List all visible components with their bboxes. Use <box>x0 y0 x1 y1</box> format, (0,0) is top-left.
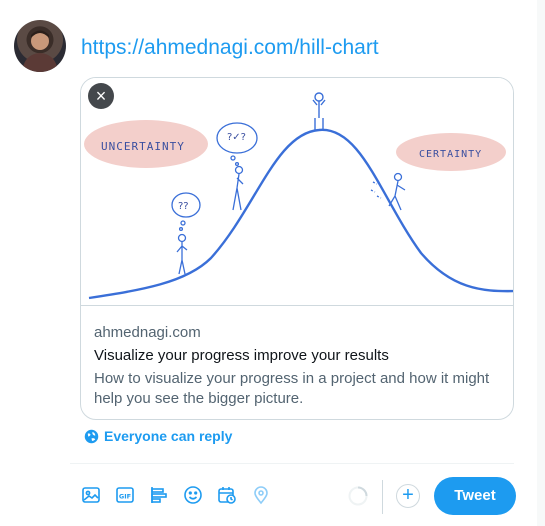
close-card-button[interactable]: × <box>88 83 114 109</box>
svg-text:GIF: GIF <box>119 493 131 501</box>
uncertainty-label: UNCERTAINTY <box>101 140 185 153</box>
card-domain: ahmednagi.com <box>94 324 201 341</box>
globe-icon <box>84 429 99 443</box>
location-icon[interactable] <box>250 484 272 506</box>
schedule-icon[interactable] <box>216 484 238 506</box>
tweet-button[interactable]: Tweet <box>434 477 516 515</box>
compose-toolbar: GIF <box>80 484 272 506</box>
certainty-label: CERTAINTY <box>419 149 482 160</box>
card-body: ahmednagi.com Visualize your progress im… <box>94 323 504 409</box>
image-icon[interactable] <box>80 484 102 506</box>
avatar[interactable] <box>14 20 66 72</box>
thought-bubble-mid: ?✓? <box>227 132 246 143</box>
card-description: How to visualize your progress in a proj… <box>94 370 490 407</box>
gif-icon[interactable]: GIF <box>114 484 136 506</box>
toolbar-separator <box>382 480 383 514</box>
emoji-icon[interactable] <box>182 484 204 506</box>
divider <box>70 463 514 464</box>
link-preview-card[interactable]: UNCERTAINTY CERTAINTY ?✓? ?? × ahmednagi… <box>80 77 514 420</box>
tweet-link[interactable]: https://ahmednagi.com/hill-chart <box>81 36 379 60</box>
add-tweet-button[interactable]: + <box>396 484 420 508</box>
card-title: Visualize your progress improve your res… <box>94 347 389 364</box>
thought-bubble-left: ?? <box>178 201 189 212</box>
reply-setting-button[interactable]: Everyone can reply <box>84 428 232 444</box>
reply-setting-label: Everyone can reply <box>104 428 233 444</box>
poll-icon[interactable] <box>148 484 170 506</box>
figure-top <box>312 92 326 130</box>
character-count-ring <box>348 486 368 506</box>
scrollbar[interactable] <box>537 0 545 526</box>
card-image: UNCERTAINTY CERTAINTY ?✓? ?? × <box>81 78 513 306</box>
